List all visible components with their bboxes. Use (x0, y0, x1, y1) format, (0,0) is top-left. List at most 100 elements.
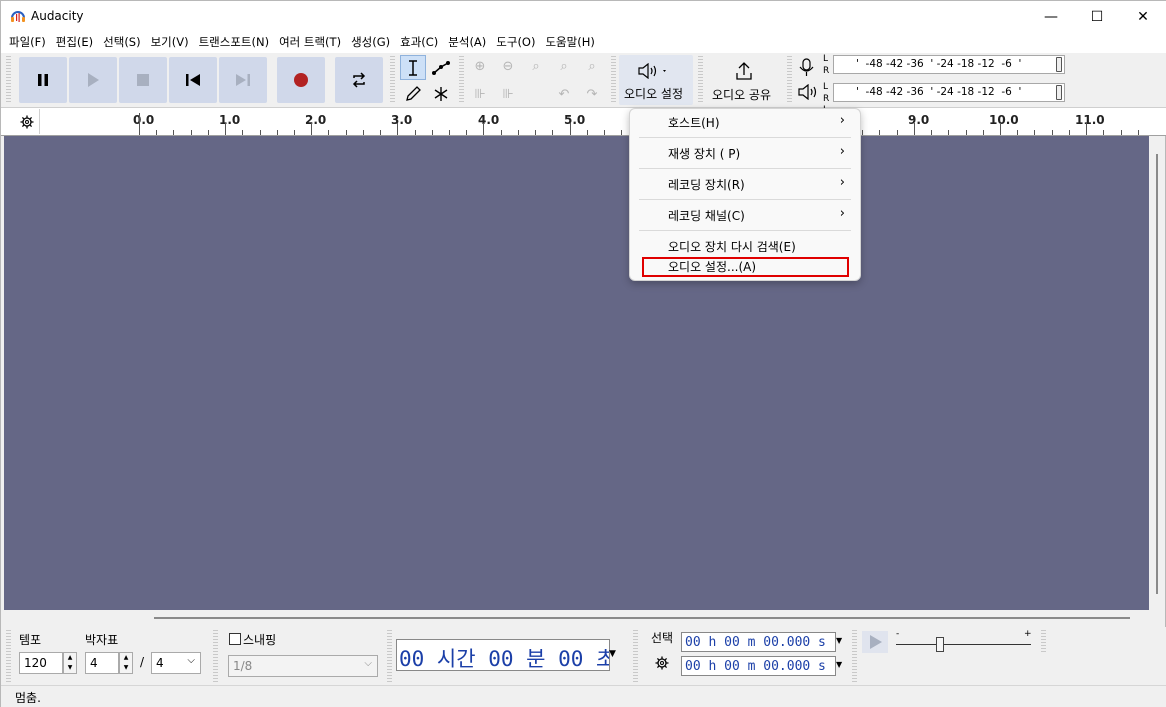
speed-slider-thumb[interactable] (936, 637, 944, 652)
selection-tool[interactable] (400, 55, 426, 80)
play-at-speed-button[interactable] (862, 631, 888, 653)
menu-help[interactable]: 도움말(H) (540, 32, 599, 53)
fit-project-button[interactable]: ⌕ (551, 54, 577, 79)
close-button[interactable]: ✕ (1120, 1, 1166, 32)
envelope-icon (432, 60, 450, 75)
audio-setup-label: 오디오 설정 (624, 87, 684, 101)
selection-grip[interactable] (633, 630, 638, 682)
undo-button[interactable]: ↶ (551, 82, 577, 107)
edit-grip[interactable] (459, 56, 464, 104)
menu-tracks[interactable]: 여러 트랙(T) (274, 32, 346, 53)
audio-setup-menu: 호스트(H) › 재생 장치 ( P) › 레코딩 장치(R) › 레코딩 채널… (629, 108, 861, 281)
time-signature-denominator[interactable]: 4 ⌵ (151, 652, 201, 674)
menu-edit[interactable]: 편집(E) (51, 32, 98, 53)
selection-end-time[interactable]: 00 h 00 m 00.000 s (681, 656, 836, 676)
selection-start-time[interactable]: 00 h 00 m 00.000 s (681, 632, 836, 652)
gear-icon (20, 115, 33, 128)
zoom-out-button[interactable]: ⊖ (495, 54, 521, 79)
menu-item-recording-device-label: 레코딩 장치(R) (668, 177, 745, 192)
menu-analyze[interactable]: 분석(A) (443, 32, 491, 53)
envelope-tool[interactable] (428, 55, 454, 80)
loop-button[interactable] (335, 57, 383, 103)
minimize-button[interactable]: — (1028, 1, 1074, 32)
ruler-tick (380, 130, 381, 135)
menu-tools[interactable]: 도구(O) (491, 32, 540, 53)
playback-meter-slider[interactable] (1056, 85, 1062, 100)
record-meter-button[interactable] (797, 57, 819, 77)
silence-button[interactable]: ⊪ (495, 82, 521, 107)
multi-tool[interactable] (428, 81, 454, 106)
time-signature-grip[interactable] (6, 630, 11, 682)
horizontal-scrollbar[interactable] (2, 610, 1165, 627)
fit-selection-button[interactable]: ⌕ (523, 54, 549, 79)
menu-effect[interactable]: 효과(C) (395, 32, 443, 53)
snapping-select[interactable]: 1/8 ⌵ (228, 655, 378, 677)
zoom-toggle-button[interactable]: ⌕ (579, 54, 605, 79)
timeline-ruler[interactable]: 0.0 1.0 2.0 3.0 4.0 5.0 9.0 10.0 11.0 (1, 108, 1166, 136)
record-button[interactable] (277, 57, 325, 103)
toolbar-grip[interactable] (6, 56, 11, 104)
skip-start-button[interactable] (169, 57, 217, 103)
play-icon (88, 73, 99, 87)
trim-button[interactable]: ⊪ (467, 82, 493, 107)
vertical-scrollbar[interactable] (1149, 136, 1165, 610)
skip-end-button[interactable] (219, 57, 267, 103)
toolbar: ⊕ ⊖ ⌕ ⌕ ⌕ ⊪ ⊪ ↶ ↷ 오디오 설정 오디오 공유 L R ' -4… (1, 53, 1166, 115)
play-button[interactable] (69, 57, 117, 103)
menu-transport[interactable]: 트랜스포트(N) (194, 32, 274, 53)
pause-button[interactable] (19, 57, 67, 103)
share-audio-button[interactable]: 오디오 공유 (706, 55, 782, 105)
tools-grip[interactable] (390, 56, 395, 104)
menu-item-recording-channels[interactable]: 레코딩 채널(C) › (635, 202, 855, 228)
menu-item-recording-device[interactable]: 레코딩 장치(R) › (635, 171, 855, 197)
share-icon (736, 62, 752, 80)
time-format-dropdown-icon[interactable]: ▼ (609, 649, 616, 659)
maximize-button[interactable]: ☐ (1074, 1, 1120, 32)
snapping-grip[interactable] (213, 630, 218, 682)
start-format-dropdown-icon[interactable]: ▼ (836, 636, 842, 645)
playback-meter[interactable]: ' -48 -42 -36 ' -24 -18 -12 -6 ' (833, 83, 1065, 102)
speed-min-label: - (896, 629, 900, 639)
playback-meter-button[interactable] (797, 83, 819, 104)
zoom-out-icon: ⊖ (502, 59, 514, 74)
audio-position-display[interactable]: 00 시간 00 분 00 초 (396, 639, 610, 671)
extra-grip[interactable] (1041, 630, 1046, 654)
record-meter[interactable]: ' -48 -42 -36 ' -24 -18 -12 -6 ' (833, 55, 1065, 74)
timeline-options-button[interactable] (14, 109, 40, 134)
draw-tool[interactable] (400, 81, 426, 106)
selection-options-button[interactable] (655, 656, 673, 674)
menu-file[interactable]: 파일(F) (4, 32, 51, 53)
snapping-checkbox[interactable] (229, 633, 241, 645)
track-area[interactable] (2, 136, 1149, 610)
share-grip[interactable] (698, 56, 703, 104)
redo-button[interactable]: ↷ (579, 82, 605, 107)
ruler-tick (501, 130, 502, 135)
vertical-scroll-thumb[interactable] (1156, 154, 1158, 594)
menu-view[interactable]: 보기(V) (146, 32, 194, 53)
speed-slider-track[interactable] (896, 644, 1031, 645)
time-signature-numerator[interactable]: 4 (85, 652, 119, 674)
tempo-input[interactable]: 120 (19, 652, 63, 674)
highlight-box (642, 257, 849, 277)
tempo-stepper[interactable]: ▲ ▼ (63, 652, 77, 674)
audio-setup-grip[interactable] (611, 56, 616, 104)
end-format-dropdown-icon[interactable]: ▼ (836, 660, 842, 669)
selection-start-value: 00 h 00 m 00.000 s (685, 635, 826, 650)
menu-item-host[interactable]: 호스트(H) › (635, 109, 855, 135)
numerator-stepper[interactable]: ▲ ▼ (119, 652, 133, 674)
meter-grip[interactable] (787, 56, 792, 104)
menu-select[interactable]: 선택(S) (98, 32, 145, 53)
ruler-tick (277, 130, 278, 135)
fit-project-icon: ⌕ (560, 59, 568, 74)
stop-button[interactable] (119, 57, 167, 103)
ruler-tick (1000, 123, 1001, 135)
horizontal-scroll-thumb[interactable] (154, 617, 1130, 619)
ruler-tick (518, 130, 519, 135)
time-grip[interactable] (387, 630, 392, 682)
zoom-in-button[interactable]: ⊕ (467, 54, 493, 79)
record-meter-slider[interactable] (1056, 57, 1062, 72)
audio-setup-button[interactable]: 오디오 설정 (619, 55, 693, 105)
play-at-speed-grip[interactable] (852, 630, 857, 682)
menu-item-playback-device[interactable]: 재생 장치 ( P) › (635, 140, 855, 166)
menu-generate[interactable]: 생성(G) (346, 32, 395, 53)
